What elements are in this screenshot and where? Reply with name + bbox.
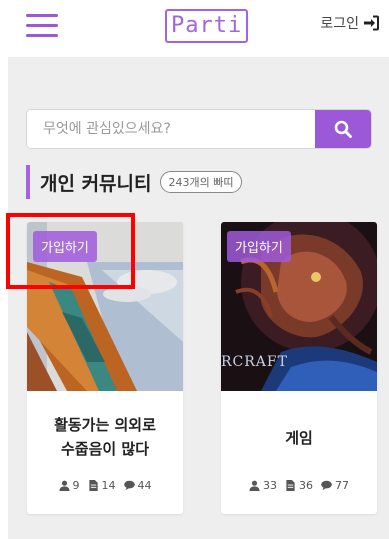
members-count: 33 xyxy=(263,479,277,492)
card-image: RCRAFT 가입하기 xyxy=(221,222,377,391)
card-title: 활동가는 의외로 수줍음이 많다 xyxy=(27,413,183,461)
card-stats: 9 14 44 xyxy=(27,479,183,492)
search-icon xyxy=(334,120,352,138)
comment-icon xyxy=(123,480,135,491)
comments-count: 77 xyxy=(335,479,349,492)
sign-in-icon xyxy=(364,15,379,31)
posts-stat: 14 xyxy=(88,479,116,492)
card-stats: 33 36 77 xyxy=(221,479,377,492)
search-input[interactable] xyxy=(27,110,315,148)
count-badge[interactable]: 243개의 빠띠 xyxy=(159,171,243,193)
card-title-line: 게임 xyxy=(285,429,313,447)
section-accent-bar xyxy=(26,165,30,199)
posts-stat: 36 xyxy=(285,479,313,492)
section-title: 개인 커뮤니티 xyxy=(40,172,152,195)
card-title-line: 수줍음이 많다 xyxy=(60,440,150,458)
card-body: 활동가는 의외로 수줍음이 많다 9 14 44 xyxy=(27,391,183,514)
members-count: 9 xyxy=(72,479,80,492)
posts-count: 14 xyxy=(101,479,116,492)
card-title: 게임 xyxy=(221,426,377,450)
join-button[interactable]: 가입하기 xyxy=(33,231,97,262)
image-text: RCRAFT xyxy=(221,354,288,370)
login-label: 로그인 xyxy=(320,16,359,32)
comments-stat: 44 xyxy=(123,479,152,492)
join-button[interactable]: 가입하기 xyxy=(227,231,291,262)
comments-count: 44 xyxy=(137,479,152,492)
posts-count: 36 xyxy=(299,479,313,492)
document-icon xyxy=(286,480,295,491)
logo[interactable]: Parti xyxy=(165,9,249,43)
section-header: 개인 커뮤니티 243개의 빠띠 xyxy=(26,164,243,200)
comment-icon xyxy=(321,480,332,491)
members-stat: 9 xyxy=(58,479,80,492)
main-content: 개인 커뮤니티 243개의 빠띠 가입하기 활동가는 의 xyxy=(8,57,389,539)
card-image: 가입하기 xyxy=(27,222,183,391)
login-button[interactable]: 로그인 xyxy=(320,13,379,33)
user-icon xyxy=(249,480,260,491)
members-stat: 33 xyxy=(249,479,277,492)
card-title-line: 활동가는 의외로 xyxy=(54,416,156,434)
search-bar xyxy=(26,109,372,149)
comments-stat: 77 xyxy=(321,479,349,492)
document-icon xyxy=(88,480,98,491)
user-icon xyxy=(58,480,70,491)
community-card[interactable]: 가입하기 활동가는 의외로 수줍음이 많다 9 14 44 xyxy=(27,222,183,514)
menu-icon[interactable] xyxy=(26,10,58,40)
search-button[interactable] xyxy=(315,110,371,148)
community-card[interactable]: RCRAFT 가입하기 게임 33 36 77 xyxy=(221,222,377,514)
card-body: 게임 33 36 77 xyxy=(221,391,377,514)
header: Parti 로그인 xyxy=(0,0,389,55)
